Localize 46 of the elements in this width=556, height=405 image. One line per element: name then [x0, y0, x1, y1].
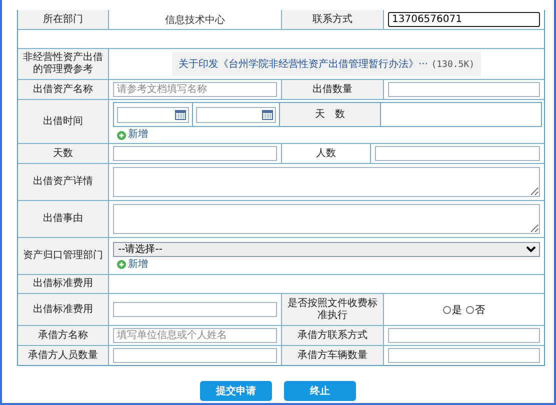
- text-area[interactable]: [113, 167, 540, 197]
- radio-label: 是: [452, 304, 462, 316]
- text-area[interactable]: [113, 204, 540, 234]
- calendar-icon[interactable]: [262, 110, 273, 120]
- radio-button[interactable]: [443, 306, 451, 314]
- radio-label: 否: [475, 304, 485, 316]
- plus-icon: [117, 260, 126, 269]
- form-label: 出借标准费用: [33, 304, 93, 316]
- text-field[interactable]: [375, 146, 540, 161]
- form-label: 出借事由: [43, 213, 83, 225]
- plus-icon: [117, 130, 126, 140]
- form-label: 天数: [53, 148, 73, 160]
- form-label: 出借资产名称: [33, 84, 93, 96]
- text-field[interactable]: [388, 82, 540, 97]
- field-value: 信息技术中心: [165, 14, 225, 26]
- text-field[interactable]: 请参考文档填写名称: [113, 82, 277, 97]
- dropdown[interactable]: --请选择--: [113, 242, 540, 256]
- form-label: 出借标准费用: [33, 278, 93, 290]
- form-label: 出借时间: [43, 116, 83, 128]
- document-link[interactable]: 关于印发《台州学院非经营性资产出借管理暂行办法》··· (130.5K): [172, 52, 481, 76]
- form-label: 天 数: [315, 108, 345, 120]
- form-label: 非经营性资产出借的管理费参考: [22, 52, 104, 76]
- text-field[interactable]: [388, 348, 540, 363]
- text-field[interactable]: [113, 348, 277, 363]
- form-label: 承借方车辆数量: [298, 350, 368, 362]
- form-label: 承借方人员数量: [28, 350, 98, 362]
- form-label: 承借方联系方式: [298, 330, 368, 342]
- calendar-icon[interactable]: [175, 110, 186, 120]
- form-label: 联系方式: [312, 14, 352, 26]
- form-label: 出借资产详情: [33, 176, 93, 188]
- radio-button[interactable]: [466, 306, 474, 314]
- text-field[interactable]: 13706576071: [388, 12, 540, 27]
- form-label: 资产归口管理部门: [23, 250, 103, 262]
- add-link[interactable]: 新增: [113, 129, 148, 141]
- form-label: 是否按照文件收费标准执行: [286, 298, 378, 322]
- text-field[interactable]: [113, 146, 277, 161]
- text-field[interactable]: [113, 302, 277, 317]
- date-field[interactable]: [196, 106, 276, 122]
- form-label: 人数: [316, 148, 336, 160]
- date-field[interactable]: [117, 106, 189, 122]
- form-label: 出借数量: [312, 84, 352, 96]
- add-link[interactable]: 新增: [113, 258, 148, 270]
- form-label: 承借方名称: [38, 330, 88, 342]
- text-field[interactable]: 填写单位信息或个人姓名: [113, 328, 277, 343]
- form-label: 所在部门: [43, 14, 83, 26]
- text-field[interactable]: [388, 328, 540, 343]
